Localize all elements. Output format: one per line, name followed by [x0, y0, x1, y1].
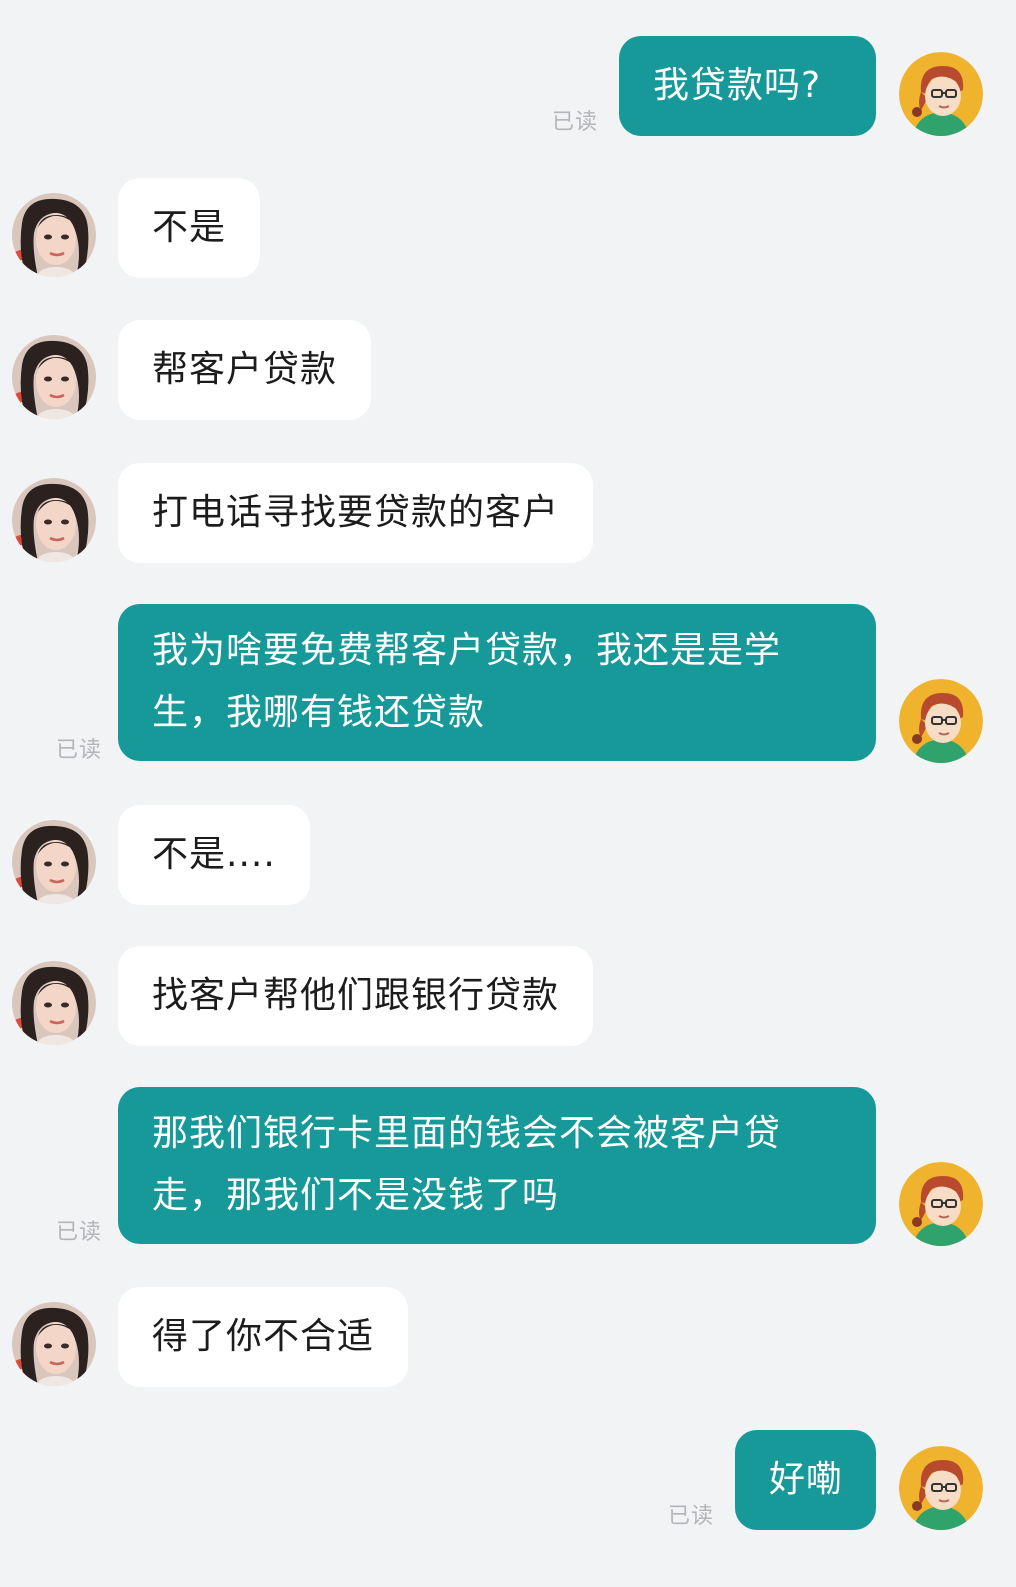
- contact-avatar[interactable]: [12, 961, 96, 1045]
- my-avatar-icon[interactable]: [899, 1162, 983, 1246]
- contact-avatar[interactable]: [12, 335, 96, 419]
- contact-message-bubble[interactable]: 不是: [118, 178, 261, 278]
- read-receipt: 已读: [552, 110, 599, 135]
- my-avatar-icon[interactable]: [899, 52, 983, 136]
- contact-avatar[interactable]: [12, 1302, 96, 1386]
- contact-message-bubble[interactable]: 得了你不合适: [118, 1287, 409, 1387]
- contact-message-bubble[interactable]: 找客户帮他们跟银行贷款: [118, 946, 594, 1046]
- contact-avatar[interactable]: [12, 193, 96, 277]
- my-avatar-icon[interactable]: [899, 1446, 983, 1530]
- contact-avatar[interactable]: [12, 478, 96, 562]
- contact-avatar[interactable]: [12, 820, 96, 904]
- read-receipt: 已读: [56, 1220, 103, 1245]
- my-message-bubble[interactable]: 我贷款吗?: [619, 36, 876, 136]
- contact-message-bubble[interactable]: 打电话寻找要贷款的客户: [118, 463, 594, 563]
- contact-message-bubble[interactable]: 不是....: [118, 805, 310, 905]
- my-message-bubble[interactable]: 我为啥要免费帮客户贷款，我还是是学生，我哪有钱还贷款: [118, 604, 876, 761]
- read-receipt: 已读: [56, 738, 103, 763]
- my-avatar-icon[interactable]: [899, 679, 983, 763]
- read-receipt: 已读: [668, 1504, 715, 1529]
- my-message-bubble[interactable]: 那我们银行卡里面的钱会不会被客户贷走，那我们不是没钱了吗: [118, 1087, 876, 1244]
- contact-message-bubble[interactable]: 帮客户贷款: [118, 320, 372, 420]
- my-message-bubble[interactable]: 好嘞: [735, 1430, 876, 1530]
